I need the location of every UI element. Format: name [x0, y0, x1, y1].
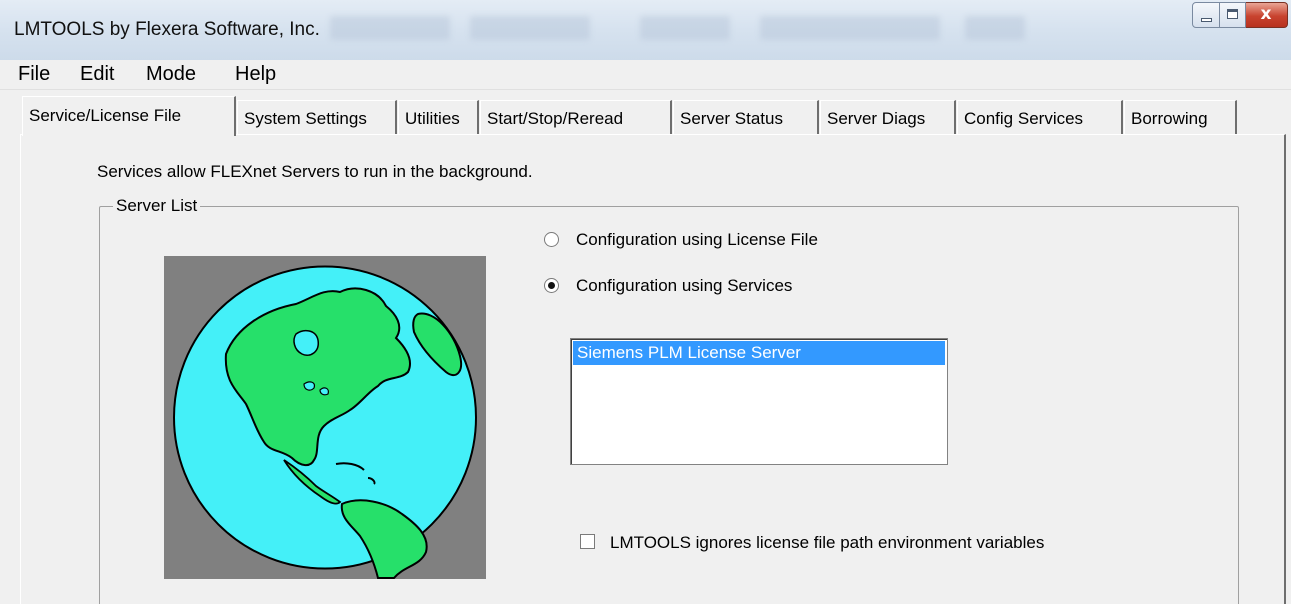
server-list-label: Server List [113, 196, 201, 216]
radio-license-file[interactable] [544, 232, 559, 247]
tab-server-status[interactable]: Server Status [673, 100, 819, 134]
tab-borrowing[interactable]: Borrowing [1124, 100, 1237, 134]
menu-help[interactable]: Help [233, 63, 278, 86]
services-listbox[interactable]: Siemens PLM License Server [570, 338, 948, 465]
maximize-icon [1227, 9, 1238, 19]
radio-services-label[interactable]: Configuration using Services [576, 276, 792, 296]
globe-image [173, 265, 477, 579]
title-bar[interactable]: LMTOOLS by Flexera Software, Inc. x [0, 0, 1291, 60]
menu-mode[interactable]: Mode [144, 63, 198, 86]
radio-services[interactable] [544, 278, 559, 293]
ignore-env-vars-label[interactable]: LMTOOLS ignores license file path enviro… [610, 533, 1044, 553]
menu-file[interactable]: File [16, 63, 52, 86]
close-icon: x [1260, 4, 1272, 24]
menu-edit[interactable]: Edit [78, 63, 116, 86]
list-item[interactable]: Siemens PLM License Server [573, 341, 945, 365]
services-description: Services allow FLEXnet Servers to run in… [97, 162, 533, 181]
ignore-env-vars-checkbox[interactable] [580, 534, 595, 549]
radio-license-file-label[interactable]: Configuration using License File [576, 230, 818, 250]
maximize-button[interactable] [1220, 2, 1246, 28]
tab-config-services[interactable]: Config Services [957, 100, 1123, 134]
tab-service-license-file[interactable]: Service/License File [22, 96, 236, 136]
tab-server-diags[interactable]: Server Diags [820, 100, 956, 134]
tab-system-settings[interactable]: System Settings [237, 100, 397, 134]
window-title: LMTOOLS by Flexera Software, Inc. [14, 19, 320, 40]
window-controls: x [1192, 2, 1288, 30]
menu-bar: File Edit Mode Help [0, 60, 1291, 90]
tab-utilities[interactable]: Utilities [398, 100, 479, 134]
minimize-button[interactable] [1192, 2, 1220, 28]
minimize-icon [1201, 18, 1212, 22]
flexnet-globe-icon [164, 256, 486, 579]
close-button[interactable]: x [1246, 2, 1288, 28]
tab-start-stop-reread[interactable]: Start/Stop/Reread [480, 100, 672, 134]
